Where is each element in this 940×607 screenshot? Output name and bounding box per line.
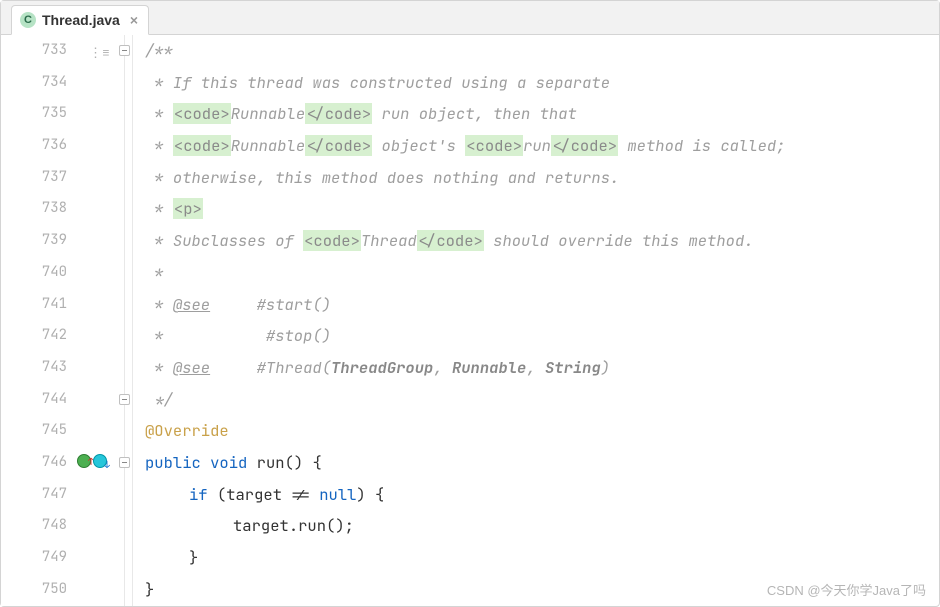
- code-text: () {: [285, 452, 322, 473]
- comment: *: [145, 103, 173, 124]
- code-tag: <code>: [303, 230, 361, 251]
- comment: method is called;: [618, 135, 785, 156]
- comment: #stop(): [266, 325, 331, 346]
- type-ref: String: [545, 357, 601, 378]
- comment: run: [523, 135, 551, 156]
- file-tab[interactable]: C Thread.java ×: [11, 5, 149, 35]
- annotation: @Override: [145, 420, 229, 441]
- comment: [210, 357, 257, 378]
- code-tag: <code>: [465, 135, 523, 156]
- keyword: void: [210, 452, 247, 473]
- code-text: }: [145, 579, 154, 600]
- code-editor[interactable]: 7337347357367377387397407417427437447457…: [1, 35, 939, 606]
- line-number-gutter: 7337347357367377387397407417427437447457…: [1, 35, 77, 606]
- p-tag: <p>: [173, 198, 203, 219]
- code-text: }: [189, 547, 198, 568]
- see-tag[interactable]: @see: [173, 294, 210, 315]
- type-ref: ThreadGroup: [331, 357, 433, 378]
- comment: *: [145, 262, 164, 283]
- watermark: CSDN @今天你学Java了吗: [767, 580, 926, 599]
- comment: Subclasses of: [173, 230, 303, 251]
- comment: run object, then that: [372, 103, 577, 124]
- gutter-icon-column: ⋮≡ ↑↓: [77, 35, 117, 606]
- comment: #Thread(: [257, 357, 331, 378]
- comment: *: [145, 294, 173, 315]
- tab-filename: Thread.java: [42, 12, 120, 28]
- comment: *: [145, 167, 173, 188]
- keyword: null: [319, 484, 356, 505]
- comment: Runnable: [231, 135, 305, 156]
- code-tag: <code>: [173, 103, 231, 124]
- comment: *: [145, 325, 266, 346]
- code-text: ) {: [356, 484, 384, 505]
- javadoc-end: */: [145, 389, 173, 410]
- comment: *: [145, 357, 173, 378]
- comment: Runnable: [231, 103, 305, 124]
- code-tag: </code>: [305, 135, 372, 156]
- breadcrumb-icon[interactable]: ⋮≡: [89, 44, 103, 58]
- comment-text: If this thread was constructed using a s…: [173, 72, 610, 93]
- javadoc-start: /**: [145, 40, 173, 61]
- code-text: (target !=: [208, 484, 320, 505]
- fold-handle[interactable]: [119, 457, 130, 468]
- comment: ): [601, 357, 610, 378]
- comment: otherwise, this method does nothing and …: [173, 167, 619, 188]
- comment: *: [145, 198, 173, 219]
- tab-bar: C Thread.java ×: [1, 1, 939, 35]
- comment: #start(): [210, 294, 331, 315]
- fold-handle[interactable]: [119, 45, 130, 56]
- comment: ,: [433, 357, 452, 378]
- comment: *: [145, 135, 173, 156]
- close-icon[interactable]: ×: [130, 12, 138, 28]
- fold-column: [117, 35, 133, 606]
- keyword: if: [189, 484, 208, 505]
- code-tag: <code>: [173, 135, 231, 156]
- code-text: .run();: [289, 515, 354, 536]
- comment: should override this method.: [484, 230, 754, 251]
- method-name: run: [257, 452, 285, 473]
- comment: object's: [372, 135, 465, 156]
- fold-handle[interactable]: [119, 394, 130, 405]
- code-tag: </code>: [305, 103, 372, 124]
- class-icon: C: [20, 12, 36, 28]
- comment: Thread: [361, 230, 417, 251]
- comment: *: [145, 72, 173, 93]
- code-text: target: [233, 515, 289, 536]
- comment: *: [145, 230, 173, 251]
- comment: ,: [526, 357, 545, 378]
- see-tag[interactable]: @see: [173, 357, 210, 378]
- keyword: public: [145, 452, 201, 473]
- code-area[interactable]: /** * If this thread was constructed usi…: [133, 35, 939, 606]
- type-ref: Runnable: [452, 357, 526, 378]
- code-tag: </code>: [551, 135, 618, 156]
- code-tag: </code>: [417, 230, 484, 251]
- override-gutter-icon[interactable]: ↑↓: [77, 454, 107, 468]
